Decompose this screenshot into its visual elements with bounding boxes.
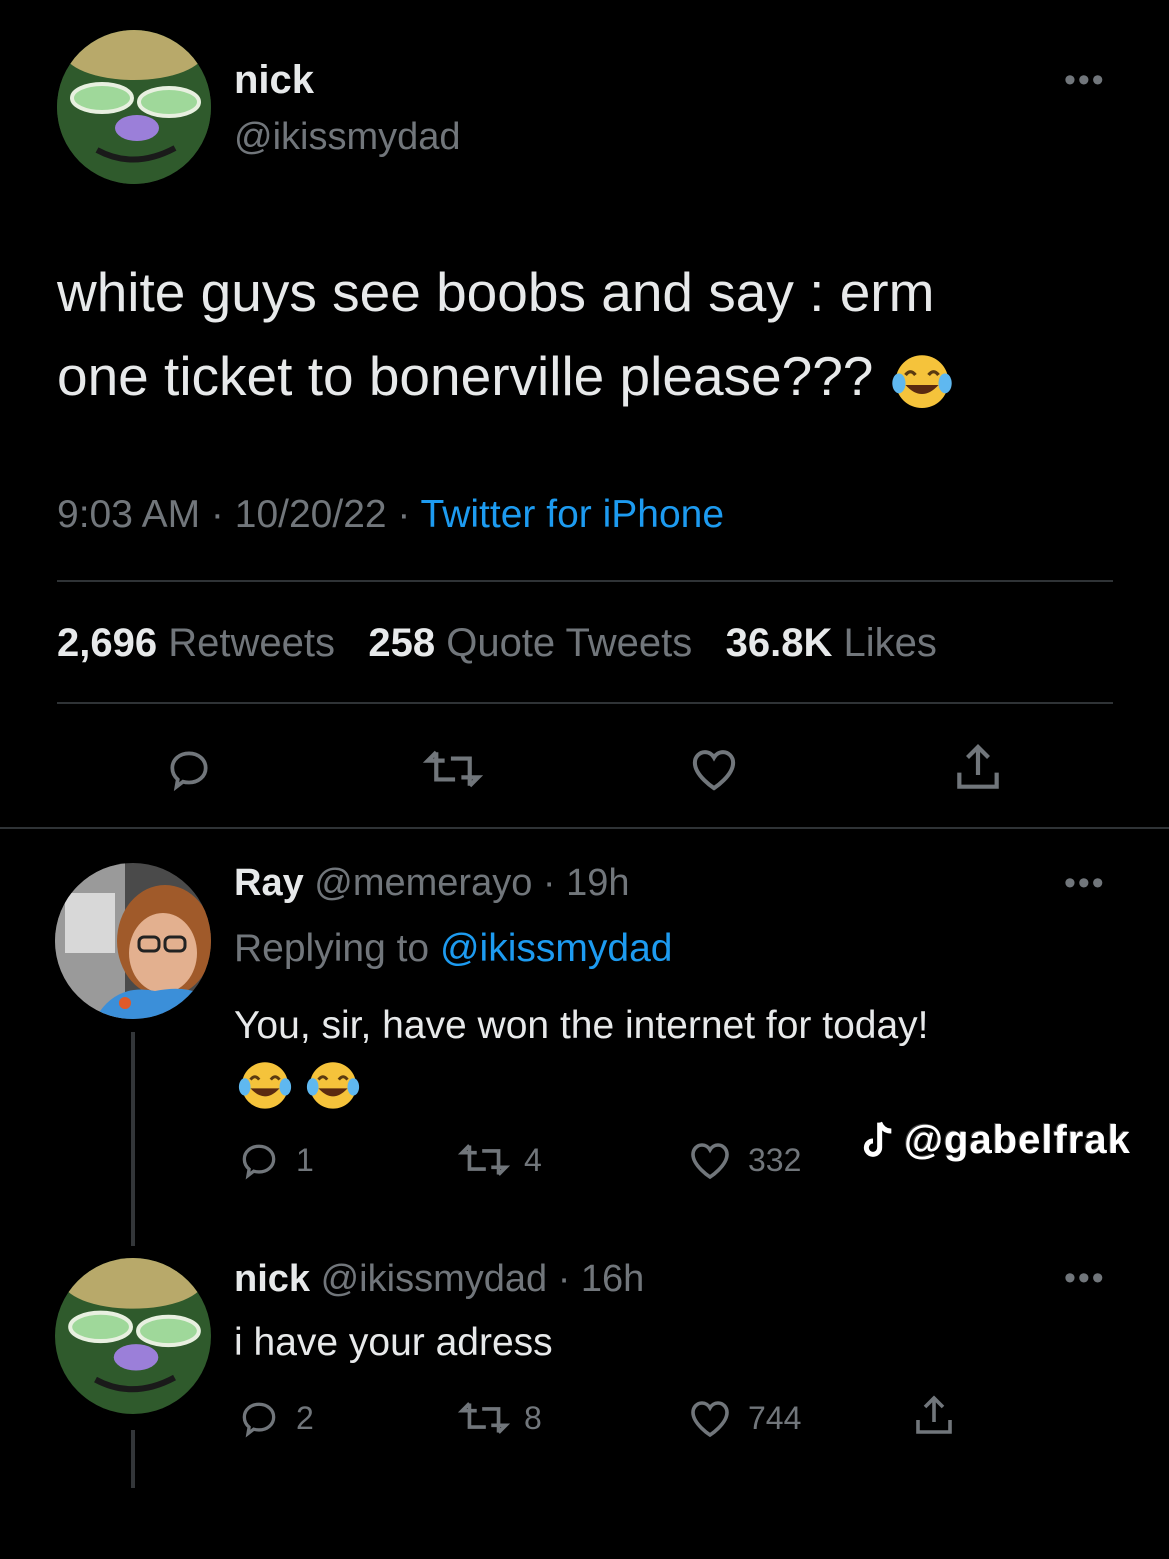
reply2-retweet-count: 8 [524,1399,542,1436]
tweet-stats: 2,696 Retweets 258 Quote Tweets 36.8K Li… [57,621,937,666]
laughing-emoji [238,1062,292,1109]
tiktok-watermark: @gabelfrak [858,1118,1131,1163]
reply2-reply-count: 2 [296,1399,314,1436]
quotes-stat[interactable]: 258 Quote Tweets [368,621,692,665]
reply2-age: · 16h [557,1258,645,1300]
share-button[interactable] [950,740,1006,796]
divider [0,827,1169,829]
more-options-icon[interactable]: ••• [1064,1261,1106,1295]
reply1-retweet-button[interactable]: 4 [458,1140,542,1180]
share-icon [957,744,999,789]
avatar-image [57,30,211,184]
thread-line [131,1430,135,1488]
watermark-text: @gabelfrak [904,1118,1131,1162]
retweet-button[interactable] [422,746,484,792]
divider [57,702,1113,704]
laughing-emoji [891,355,952,409]
quotes-label: Quote Tweets [446,621,693,665]
main-author-name[interactable]: nick [234,58,314,103]
reply2-text: i have your adress [234,1321,553,1364]
reply1-age: · 19h [542,862,630,904]
reply1-author-handle[interactable]: @memerayo [314,862,532,904]
reply1-like-button[interactable]: 332 [686,1136,801,1184]
reply-icon [242,1402,276,1438]
main-tweet-text: white guys see boobs and say : erm one t… [57,250,1117,418]
like-icon [692,750,736,791]
more-options-icon[interactable]: ••• [1064,63,1106,97]
reply-icon [242,1144,276,1180]
avatar-image [55,1258,211,1414]
thread-line [131,1032,135,1246]
replying-mention-link[interactable]: @ikissmydad [440,927,672,970]
main-author-handle[interactable]: @ikissmydad [234,116,461,159]
reply2-author-name[interactable]: nick [234,1258,310,1300]
tweet-date: 10/20/22 [234,493,387,536]
tweet-time: 9:03 AM [57,493,201,536]
avatar-image [55,863,211,1019]
like-icon [691,1401,729,1438]
reply1-like-count: 332 [748,1141,802,1178]
reply1-retweet-count: 4 [524,1141,542,1178]
avatar-ray[interactable] [55,863,211,1019]
retweet-icon [422,750,484,788]
retweets-count: 2,696 [57,621,158,665]
main-tweet-line2-row: one ticket to bonerville please??? [57,334,1117,418]
tweet-metadata: 9:03 AM · 10/20/22 · Twitter for iPhone [57,493,724,537]
replying-prefix: Replying to [234,927,430,970]
reply1-author-name[interactable]: Ray [234,862,304,904]
main-tweet-line2: one ticket to bonerville please??? [57,345,874,407]
main-tweet-line1: white guys see boobs and say : erm [57,261,935,323]
retweet-icon [458,1402,510,1434]
more-options-icon[interactable]: ••• [1064,866,1106,900]
reply2-share-button[interactable] [910,1392,958,1440]
reply1-reply-button[interactable]: 1 [236,1138,314,1182]
reply1-emojis [236,1055,362,1113]
like-icon [691,1143,729,1180]
reply-icon [170,751,208,792]
reply2-author-handle[interactable]: @ikissmydad [321,1258,548,1300]
reply1-text: You, sir, have won the internet for toda… [234,1004,929,1047]
tiktok-icon [863,1121,892,1157]
like-button[interactable] [686,742,742,796]
reply1-replying-to: Replying to @ikissmydad [234,927,672,971]
retweet-icon [458,1144,510,1176]
likes-label: Likes [843,621,937,665]
reply2-reply-button[interactable]: 2 [236,1396,314,1440]
tweet-source-link[interactable]: Twitter for iPhone [421,493,724,536]
share-icon [916,1395,952,1434]
divider [57,580,1113,582]
reply2-header: nick @ikissmydad · 16h [234,1258,644,1301]
retweets-stat[interactable]: 2,696 Retweets [57,621,335,665]
reply1-reply-count: 1 [296,1141,314,1178]
reply-button[interactable] [162,744,216,794]
separator: · [200,493,235,536]
reply1-header: Ray @memerayo · 19h [234,862,630,905]
reply2-retweet-button[interactable]: 8 [458,1398,542,1438]
laughing-emoji [307,1062,360,1109]
retweets-label: Retweets [168,621,335,665]
separator: · [386,493,421,536]
likes-count: 36.8K [725,621,833,665]
reply2-like-count: 744 [748,1399,802,1436]
quotes-count: 258 [368,621,436,665]
likes-stat[interactable]: 36.8K Likes [726,621,937,665]
reply2-like-button[interactable]: 744 [686,1394,801,1442]
avatar-nick-main[interactable] [57,30,211,184]
avatar-nick-reply[interactable] [55,1258,211,1414]
